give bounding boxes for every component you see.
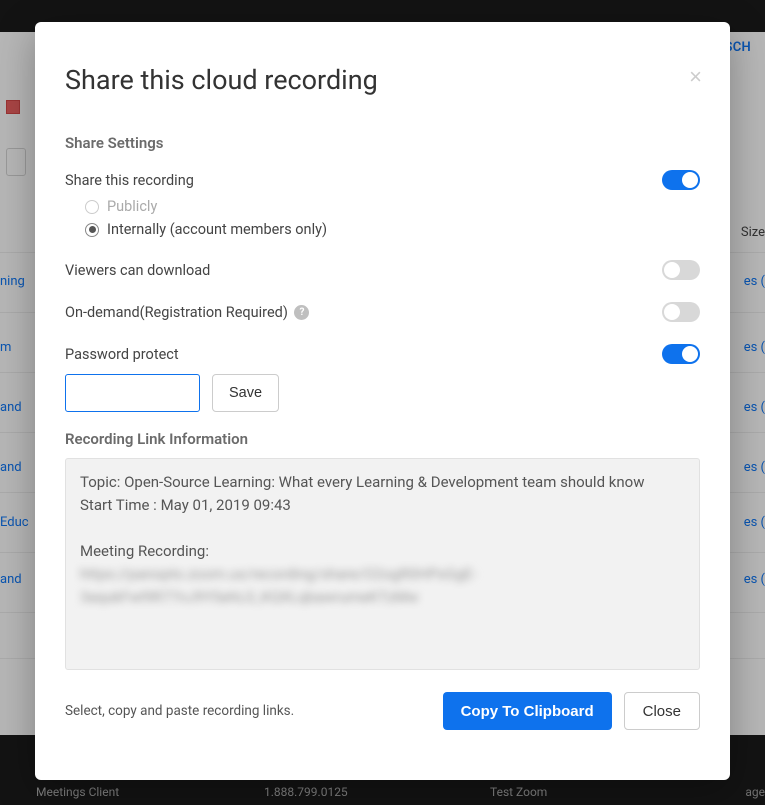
share-settings-heading: Share Settings (65, 134, 700, 152)
radio-icon (85, 223, 99, 237)
copy-to-clipboard-button[interactable]: Copy To Clipboard (443, 692, 612, 730)
toggle-knob (664, 304, 680, 320)
modal-footer: Select, copy and paste recording links. … (65, 692, 700, 730)
password-protect-toggle[interactable] (662, 344, 700, 364)
link-url-obscured: https://panopto.zoom.us/recording/share/… (80, 563, 685, 586)
on-demand-label-wrap: On-demand(Registration Required) ? (65, 304, 309, 321)
viewers-download-row: Viewers can download (65, 260, 700, 280)
toggle-knob (682, 172, 698, 188)
on-demand-toggle[interactable] (662, 302, 700, 322)
visibility-radio-group: Publicly Internally (account members onl… (85, 198, 700, 238)
radio-icon (85, 200, 99, 214)
radio-internally-label: Internally (account members only) (107, 221, 327, 238)
link-line: Start Time : May 01, 2019 09:43 (80, 494, 685, 517)
password-input[interactable] (65, 374, 200, 412)
share-recording-toggle[interactable] (662, 170, 700, 190)
share-recording-label: Share this recording (65, 172, 194, 189)
radio-internally[interactable]: Internally (account members only) (85, 221, 700, 238)
close-button[interactable]: Close (624, 692, 700, 730)
modal-title: Share this cloud recording (65, 64, 700, 96)
radio-publicly-label: Publicly (107, 198, 157, 215)
radio-publicly[interactable]: Publicly (85, 198, 700, 215)
save-password-button[interactable]: Save (212, 374, 279, 412)
recording-link-textarea[interactable]: Topic: Open-Source Learning: What every … (65, 458, 700, 670)
link-line: Meeting Recording: (80, 540, 685, 563)
modal-close-button[interactable]: × (689, 66, 702, 88)
on-demand-row: On-demand(Registration Required) ? (65, 302, 700, 322)
share-recording-row: Share this recording (65, 170, 700, 190)
viewers-download-label: Viewers can download (65, 262, 210, 279)
link-line: Topic: Open-Source Learning: What every … (80, 471, 685, 494)
link-url-obscured: 3aqukFwl9R77nJ9YSehL0_KQXLqbawrumeKTzMw (80, 586, 685, 609)
spacer (80, 518, 685, 540)
recording-link-heading: Recording Link Information (65, 430, 700, 448)
password-protect-row: Password protect (65, 344, 700, 364)
on-demand-label: On-demand(Registration Required) (65, 304, 288, 321)
toggle-knob (682, 346, 698, 362)
share-recording-modal: × Share this cloud recording Share Setti… (35, 22, 730, 780)
password-input-row: Save (65, 374, 700, 412)
help-icon[interactable]: ? (294, 305, 309, 320)
toggle-knob (664, 262, 680, 278)
footer-hint: Select, copy and paste recording links. (65, 703, 294, 719)
viewers-download-toggle[interactable] (662, 260, 700, 280)
footer-buttons: Copy To Clipboard Close (443, 692, 700, 730)
password-protect-label: Password protect (65, 346, 179, 363)
